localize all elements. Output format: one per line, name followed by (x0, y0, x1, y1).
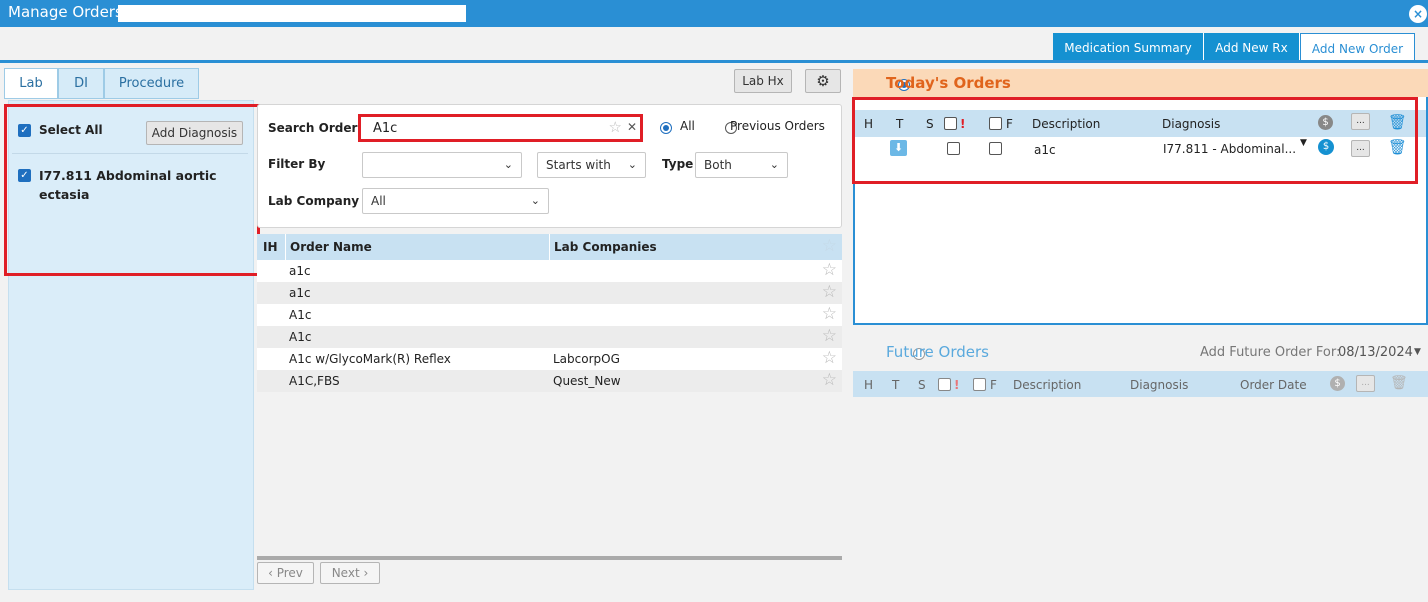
lab-company-value: All (371, 194, 386, 208)
col-ih: IH (263, 240, 278, 254)
filter-by-label: Filter By (268, 157, 326, 171)
order-name: A1C,FBS (289, 374, 340, 388)
add-diagnosis-button[interactable]: Add Diagnosis (146, 121, 243, 145)
filter-by-select[interactable]: ⌄ (362, 152, 522, 178)
type-value: Both (704, 158, 732, 172)
horizontal-scrollbar[interactable] (257, 556, 842, 560)
table-row[interactable]: A1c ☆ (257, 326, 842, 348)
lab-company-label: Lab Company (268, 194, 360, 208)
gear-icon[interactable]: ⚙ (805, 69, 841, 93)
radio-all[interactable] (660, 121, 672, 134)
future-col-h: H (864, 378, 874, 392)
search-order-label: Search Order (268, 121, 358, 135)
close-icon[interactable]: × (1409, 5, 1427, 23)
future-f-all-checkbox[interactable] (973, 378, 986, 391)
future-col-s: S (918, 378, 926, 392)
table-row[interactable]: A1C,FBS Quest_New ☆ (257, 370, 842, 392)
star-icon[interactable]: ☆ (822, 261, 837, 279)
chevron-down-icon: ⌄ (503, 158, 513, 171)
clear-icon[interactable]: ✕ (627, 120, 637, 134)
todays-orders-title: Today's Orders (886, 74, 1011, 92)
order-name: A1c (289, 330, 312, 344)
future-urgent-all-checkbox[interactable] (938, 378, 951, 391)
star-icon[interactable]: ☆ (822, 305, 837, 323)
future-col-order-date: Order Date (1240, 378, 1307, 392)
select-all-label: Select All (39, 123, 103, 137)
order-name: A1c w/GlycoMark(R) Reflex (289, 352, 451, 366)
type-label: Type (662, 157, 694, 171)
diagnosis-checkbox[interactable]: ✓ (18, 169, 31, 182)
lab-company: LabcorpOG (553, 352, 620, 366)
col-lab-companies[interactable]: Lab Companies (549, 234, 657, 260)
grid-header: IH Order Name Lab Companies ☆ (257, 234, 842, 260)
future-orders-title: Future Orders (886, 343, 989, 361)
order-grid: IH Order Name Lab Companies ☆ a1c ☆ a1c ☆ … (257, 234, 842, 392)
tab-add-new-rx[interactable]: Add New Rx (1204, 33, 1300, 63)
tab-procedure[interactable]: Procedure (104, 68, 199, 99)
caret-down-icon[interactable]: ▼ (1414, 347, 1421, 357)
lab-company: Quest_New (553, 374, 621, 388)
future-col-urgent: ! (954, 378, 960, 392)
divider (12, 153, 248, 154)
tab-medication-summary[interactable]: Medication Summary (1053, 33, 1204, 63)
table-row[interactable]: a1c ☆ (257, 282, 842, 304)
star-icon[interactable]: ☆ (822, 327, 837, 345)
chevron-down-icon: ⌄ (769, 158, 779, 171)
type-select[interactable]: Both ⌄ (695, 152, 788, 178)
chevron-down-icon: ⌄ (627, 158, 637, 171)
star-icon[interactable]: ☆ (609, 118, 622, 136)
tab-add-new-order[interactable]: Add New Order (1300, 33, 1415, 63)
highlight-box (852, 97, 1418, 184)
order-name: a1c (289, 286, 311, 300)
star-icon[interactable]: ☆ (822, 349, 837, 367)
star-icon[interactable]: ☆ (822, 283, 837, 301)
table-row[interactable]: A1c ☆ (257, 304, 842, 326)
redacted-field (118, 5, 466, 22)
window-title: Manage Orders (8, 3, 123, 21)
next-button[interactable]: Next › (320, 562, 380, 584)
add-future-order-label: Add Future Order For: (1200, 345, 1341, 360)
prev-button[interactable]: ‹ Prev (257, 562, 314, 584)
future-col-f: F (990, 378, 997, 392)
star-icon[interactable]: ☆ (822, 371, 837, 389)
more-button: ... (1356, 375, 1375, 392)
radio-all-label: All (680, 119, 695, 133)
radio-previous-label: Previous Orders (730, 119, 825, 133)
select-all-checkbox[interactable]: ✓ (18, 124, 31, 137)
diagnosis-label: I77.811 Abdominal aortic ectasia (39, 168, 217, 202)
match-mode-value: Starts with (546, 158, 611, 172)
lab-company-select[interactable]: All ⌄ (362, 188, 549, 214)
tab-lab[interactable]: Lab (4, 68, 58, 99)
dollar-icon: $ (1330, 376, 1345, 391)
tab-di[interactable]: DI (58, 68, 104, 99)
col-order-name[interactable]: Order Name (285, 234, 372, 260)
lab-hx-button[interactable]: Lab Hx (734, 69, 792, 93)
future-col-t: T (892, 378, 900, 392)
order-name: A1c (289, 308, 312, 322)
chevron-down-icon: ⌄ (530, 194, 540, 207)
tab-underline (0, 60, 1428, 63)
search-value: A1c (373, 121, 398, 136)
future-col-description: Description (1013, 378, 1082, 392)
order-name: a1c (289, 264, 311, 278)
trash-icon: 🗑 (1390, 375, 1408, 391)
table-row[interactable]: a1c ☆ (257, 260, 842, 282)
future-col-diagnosis: Diagnosis (1130, 378, 1189, 392)
future-order-date[interactable]: 08/13/2024 (1338, 345, 1413, 360)
table-row[interactable]: A1c w/GlycoMark(R) Reflex LabcorpOG ☆ (257, 348, 842, 370)
match-mode-select[interactable]: Starts with ⌄ (537, 152, 646, 178)
search-order-input[interactable]: A1c ☆ ✕ (358, 114, 643, 142)
star-icon: ☆ (821, 236, 837, 256)
